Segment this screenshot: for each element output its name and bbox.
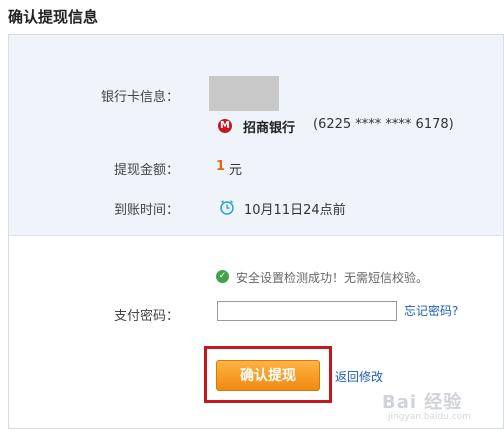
bank-card-image bbox=[209, 76, 279, 111]
security-message: 安全设置检测成功！无需短信校验。 bbox=[236, 271, 429, 285]
bank-card-label: 银行卡信息： bbox=[100, 90, 179, 105]
confirm-withdraw-button[interactable]: 确认提现 bbox=[216, 360, 320, 391]
clock-icon bbox=[220, 200, 234, 215]
amount-label: 提现金额： bbox=[113, 163, 179, 178]
amount-value: 1 bbox=[216, 159, 226, 174]
arrival-time: 10月11日24点前 bbox=[244, 203, 346, 218]
bank-logo-icon: M bbox=[218, 119, 232, 133]
bank-name: 招商银行 bbox=[243, 121, 296, 136]
withdraw-panel: 银行卡信息： M 招商银行 (6225 **** **** 6178) 提现金额… bbox=[8, 34, 504, 429]
watermark-logo: Bai 经验 bbox=[382, 392, 463, 413]
password-input[interactable] bbox=[217, 301, 397, 321]
page-title: 确认提现信息 bbox=[8, 8, 99, 26]
forgot-password-link[interactable]: 忘记密码? bbox=[404, 302, 458, 319]
info-section: 银行卡信息： M 招商银行 (6225 **** **** 6178) 提现金额… bbox=[9, 35, 503, 236]
watermark-url: jingyan.baidu.com bbox=[388, 412, 472, 422]
back-modify-link[interactable]: 返回修改 bbox=[335, 368, 383, 385]
arrival-label: 到账时间： bbox=[113, 203, 179, 218]
check-circle-icon: ✓ bbox=[216, 270, 229, 283]
password-label: 支付密码： bbox=[113, 309, 179, 324]
card-number: (6225 **** **** 6178) bbox=[313, 117, 454, 132]
amount-unit: 元 bbox=[229, 163, 243, 178]
